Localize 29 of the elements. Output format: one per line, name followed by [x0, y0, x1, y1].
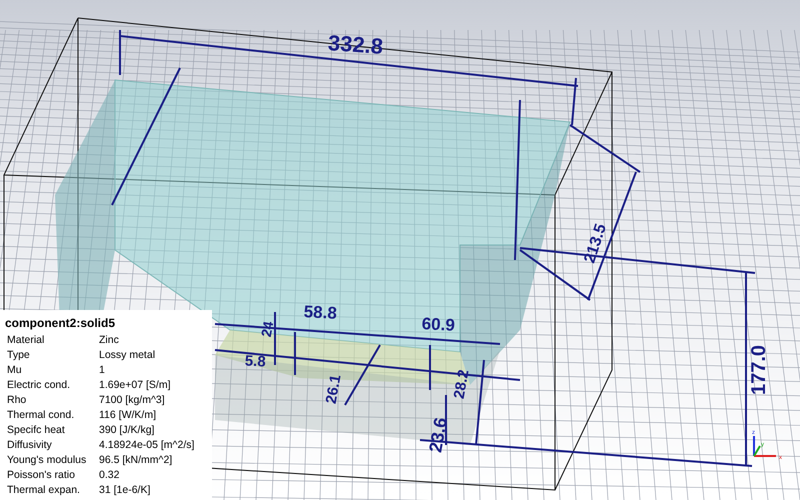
property-name: Poisson's ratio	[7, 468, 76, 483]
property-value: Zinc	[99, 333, 119, 348]
property-name: Mu	[7, 363, 23, 378]
dimension-label: 26.1	[322, 373, 344, 406]
property-name: Diffusivity	[7, 438, 53, 453]
dimension-label: 332.8	[327, 30, 384, 59]
dimension-label: 177.0	[748, 344, 770, 396]
dimension-label: 58.8	[303, 302, 338, 323]
property-value: Lossy metal	[99, 348, 156, 363]
dimension-label: 5.8	[244, 352, 266, 371]
property-name: Electric cond.	[7, 378, 72, 393]
property-name: Specifc heat	[7, 423, 66, 438]
property-value: 0.32	[99, 468, 120, 483]
property-value: 96.5 [kN/mm^2]	[99, 453, 172, 468]
property-value: 390 [J/K/kg]	[99, 423, 154, 438]
property-name: Young's modulus	[7, 453, 88, 468]
panel-title: component2:solid5	[5, 316, 116, 331]
dimension-label: 60.9	[421, 314, 456, 335]
property-value: 1.69e+07 [S/m]	[99, 378, 171, 393]
property-value: 1	[99, 363, 105, 378]
property-value: 7100 [kg/m^3]	[99, 393, 165, 408]
property-value: 116 [W/K/m]	[99, 408, 156, 423]
property-name: Type	[7, 348, 31, 363]
property-name: Material	[7, 333, 46, 348]
property-value: 4.18924e-05 [m^2/s]	[99, 438, 194, 453]
property-name: Rho	[7, 393, 28, 408]
property-name: Thermal expan.	[7, 483, 81, 498]
property-name: Thermal cond.	[7, 408, 76, 423]
property-value: 31 [1e-6/K]	[99, 483, 150, 498]
